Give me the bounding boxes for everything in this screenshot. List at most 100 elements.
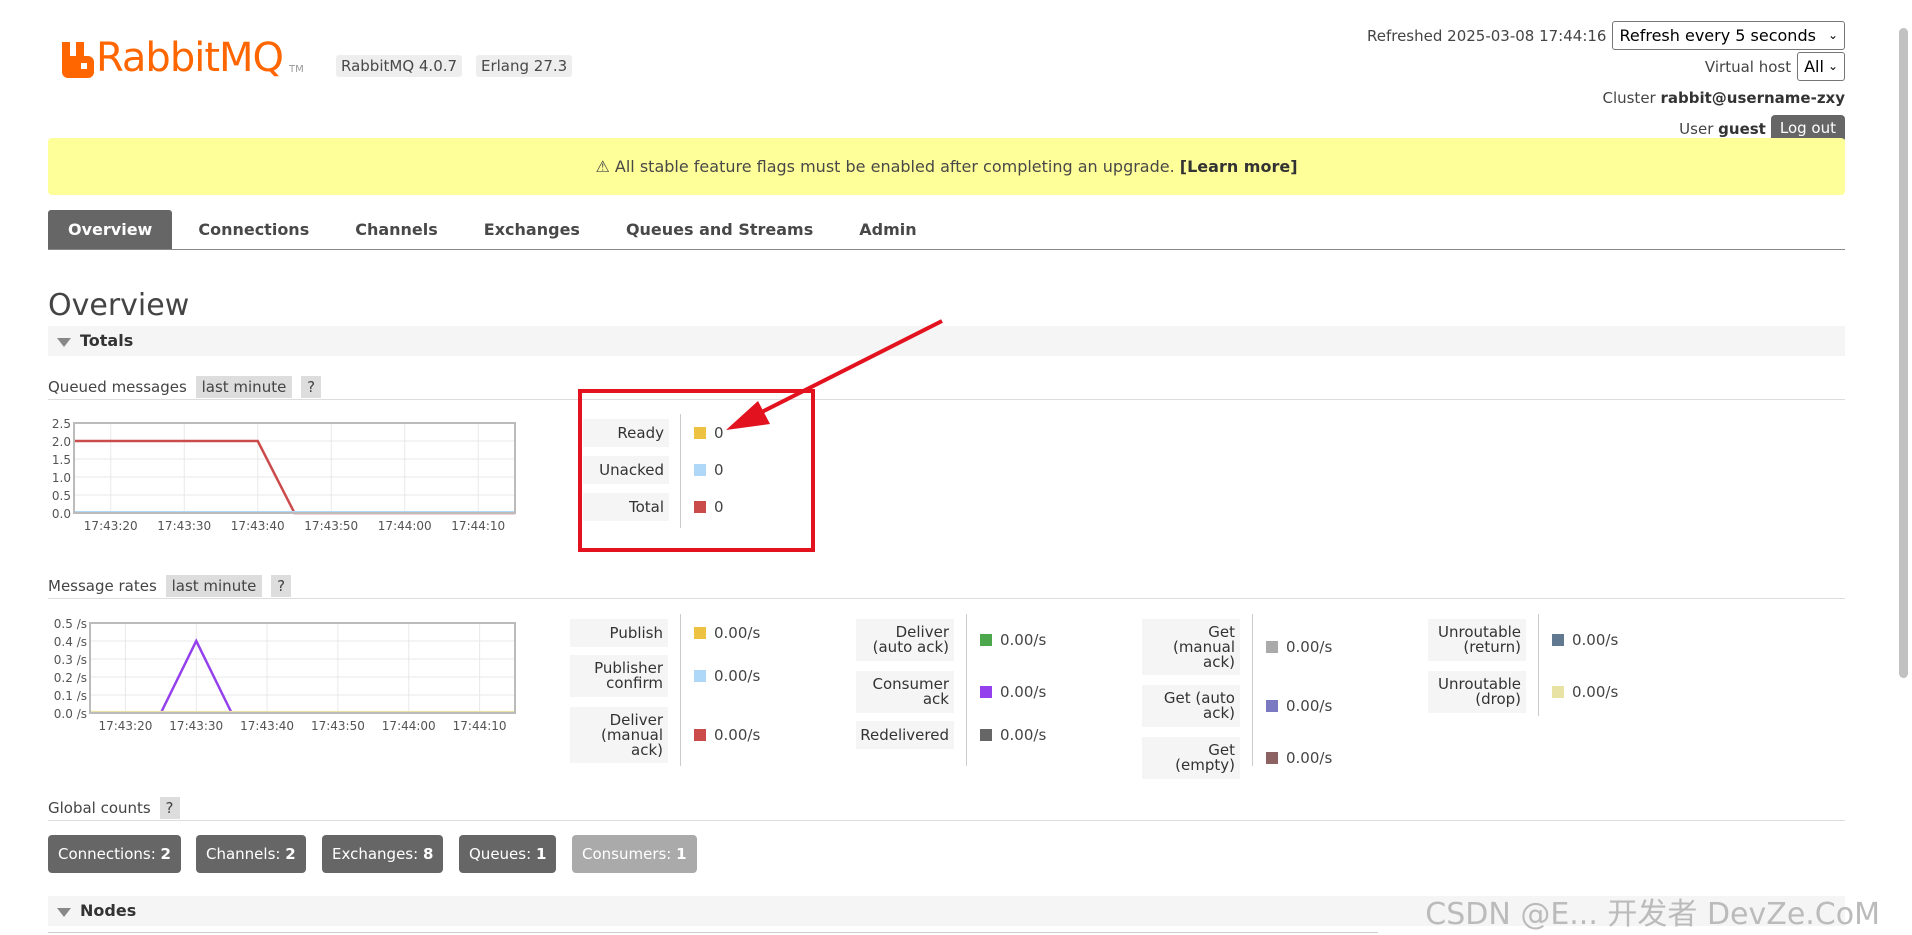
count-label: Channels: bbox=[206, 845, 281, 863]
count-label: Exchanges: bbox=[332, 845, 419, 863]
rates-range-button[interactable]: last minute bbox=[165, 575, 263, 597]
y-tick-label: 0.2 /s bbox=[54, 671, 87, 685]
rabbit-logo-icon bbox=[62, 42, 94, 78]
legend-label: Get (empty) bbox=[1142, 737, 1240, 779]
legend-value-text: 0.00/s bbox=[1572, 683, 1619, 701]
feature-flag-banner: ⚠ All stable feature flags must be enabl… bbox=[48, 138, 1845, 195]
x-tick-label: 17:44:00 bbox=[382, 719, 436, 733]
legend-swatch bbox=[1552, 634, 1564, 646]
legend-value: 0.00/s bbox=[980, 619, 1046, 661]
chevron-down-icon: ⌄ bbox=[1827, 28, 1838, 42]
legend-value-text: 0.00/s bbox=[714, 667, 761, 685]
x-tick-label: 17:43:20 bbox=[98, 719, 152, 733]
y-tick-label: 0.5 bbox=[52, 489, 71, 503]
connections-count-button[interactable]: Connections: 2 bbox=[48, 835, 181, 873]
legend-swatch bbox=[1552, 686, 1564, 698]
consumers-count-button[interactable]: Consumers: 1 bbox=[572, 835, 697, 873]
legend-swatch bbox=[1266, 752, 1278, 764]
rabbitmq-version-badge: RabbitMQ 4.0.7 bbox=[336, 55, 463, 77]
y-tick-label: 2.0 bbox=[52, 435, 71, 449]
legend-label: Redelivered bbox=[856, 721, 954, 749]
legend-label: Deliver (manual ack) bbox=[570, 707, 668, 763]
legend-swatch bbox=[980, 686, 992, 698]
channels-count-button[interactable]: Channels: 2 bbox=[196, 835, 306, 873]
tab-connections[interactable]: Connections bbox=[178, 210, 329, 249]
main-nav-tabs: Overview Connections Channels Exchanges … bbox=[48, 210, 1845, 250]
legend-value-text: 0.00/s bbox=[1286, 697, 1333, 715]
x-tick-label: 17:43:40 bbox=[231, 519, 285, 533]
legend-label: Unroutable (drop) bbox=[1428, 671, 1526, 713]
legend-divider bbox=[966, 614, 967, 766]
y-tick-label: 0.0 bbox=[52, 507, 71, 521]
y-tick-label: 0.1 /s bbox=[54, 689, 87, 703]
legend-value: 0.00/s bbox=[980, 721, 1046, 749]
legend-swatch bbox=[694, 729, 706, 741]
legend-label: Publish bbox=[570, 619, 668, 647]
legend-value: 0.00/s bbox=[1266, 685, 1332, 727]
queued-messages-chart: 0.0 0.5 1.0 1.5 2.0 2.5 17:43:20 17:43:30 17:43:… bbox=[52, 417, 516, 533]
plot-frame bbox=[89, 622, 516, 714]
banner-text: ⚠ All stable feature flags must be enabl… bbox=[595, 157, 1175, 176]
legend-label: Get (manual ack) bbox=[1142, 619, 1240, 675]
learn-more-link[interactable]: [Learn more] bbox=[1180, 157, 1298, 176]
queued-help-button[interactable]: ? bbox=[301, 376, 322, 398]
queued-range-button[interactable]: last minute bbox=[195, 376, 293, 398]
x-tick-label: 17:44:10 bbox=[453, 719, 507, 733]
global-counts-label: Global counts bbox=[48, 799, 151, 817]
tab-queues-and-streams[interactable]: Queues and Streams bbox=[606, 210, 833, 249]
refreshed-timestamp: Refreshed 2025-03-08 17:44:16 bbox=[1366, 26, 1607, 45]
legend-swatch bbox=[1266, 641, 1278, 653]
refresh-interval-select[interactable]: Refresh every 5 seconds ⌄ bbox=[1612, 21, 1845, 50]
tab-admin[interactable]: Admin bbox=[839, 210, 936, 249]
global-help-button[interactable]: ? bbox=[159, 797, 180, 819]
brand-name: RabbitMQ bbox=[96, 35, 284, 81]
x-tick-label: 17:43:50 bbox=[311, 719, 365, 733]
legend-label: Unroutable (return) bbox=[1428, 619, 1526, 661]
legend-swatch bbox=[694, 670, 706, 682]
legend-value-text: 0.00/s bbox=[1000, 683, 1047, 701]
vhost-label: Virtual host bbox=[1704, 57, 1792, 76]
tab-exchanges[interactable]: Exchanges bbox=[464, 210, 600, 249]
legend-divider bbox=[680, 614, 681, 766]
legend-value: 0.00/s bbox=[1552, 671, 1618, 713]
nodes-section-title: Nodes bbox=[80, 901, 137, 920]
page-scrollbar[interactable] bbox=[1899, 28, 1908, 678]
nodes-table-top-border bbox=[48, 932, 1378, 933]
legend-label: Deliver (auto ack) bbox=[856, 619, 954, 661]
cluster-name: rabbit@username-zxy bbox=[1660, 88, 1846, 107]
legend-value-text: 0.00/s bbox=[714, 726, 761, 744]
queued-messages-label: Queued messages bbox=[48, 378, 187, 396]
queues-count-button[interactable]: Queues: 1 bbox=[459, 835, 557, 873]
count-label: Connections: bbox=[58, 845, 156, 863]
legend-value: 0.00/s bbox=[694, 655, 760, 697]
x-tick-label: 17:43:30 bbox=[169, 719, 223, 733]
message-rates-chart: 0.0 /s 0.1 /s 0.2 /s 0.3 /s 0.4 /s 0.5 /s 17:4… bbox=[54, 617, 516, 733]
y-tick-label: 0.3 /s bbox=[54, 653, 87, 667]
legend-label: Publisher confirm bbox=[570, 655, 668, 697]
y-tick-label: 0.0 /s bbox=[54, 707, 87, 721]
legend-swatch bbox=[980, 729, 992, 741]
exchanges-count-button[interactable]: Exchanges: 8 bbox=[322, 835, 444, 873]
tab-overview[interactable]: Overview bbox=[48, 210, 173, 249]
legend-value-text: 0.00/s bbox=[1572, 631, 1619, 649]
rates-help-button[interactable]: ? bbox=[271, 575, 292, 597]
rabbitmq-logo[interactable]: RabbitMQ TM bbox=[62, 30, 304, 78]
plot-frame bbox=[73, 422, 516, 514]
y-tick-label: 0.5 /s bbox=[54, 617, 87, 631]
legend-value: 0.00/s bbox=[694, 707, 760, 763]
y-tick-label: 2.5 bbox=[52, 417, 71, 431]
legend-swatch bbox=[980, 634, 992, 646]
annotation-arrow bbox=[726, 319, 943, 430]
count-label: Queues: bbox=[469, 845, 532, 863]
legend-divider bbox=[1252, 614, 1253, 766]
tab-channels[interactable]: Channels bbox=[335, 210, 458, 249]
erlang-version-badge: Erlang 27.3 bbox=[476, 55, 573, 77]
message-rates-label: Message rates bbox=[48, 577, 157, 595]
count-value: 2 bbox=[160, 845, 171, 863]
x-tick-label: 17:43:20 bbox=[84, 519, 138, 533]
legend-value: 0.00/s bbox=[1552, 619, 1618, 661]
legend-value-text: 0.00/s bbox=[1286, 638, 1333, 656]
count-value: 8 bbox=[422, 845, 434, 863]
legend-label: Get (auto ack) bbox=[1142, 685, 1240, 727]
vhost-select[interactable]: All ⌄ bbox=[1797, 52, 1845, 81]
